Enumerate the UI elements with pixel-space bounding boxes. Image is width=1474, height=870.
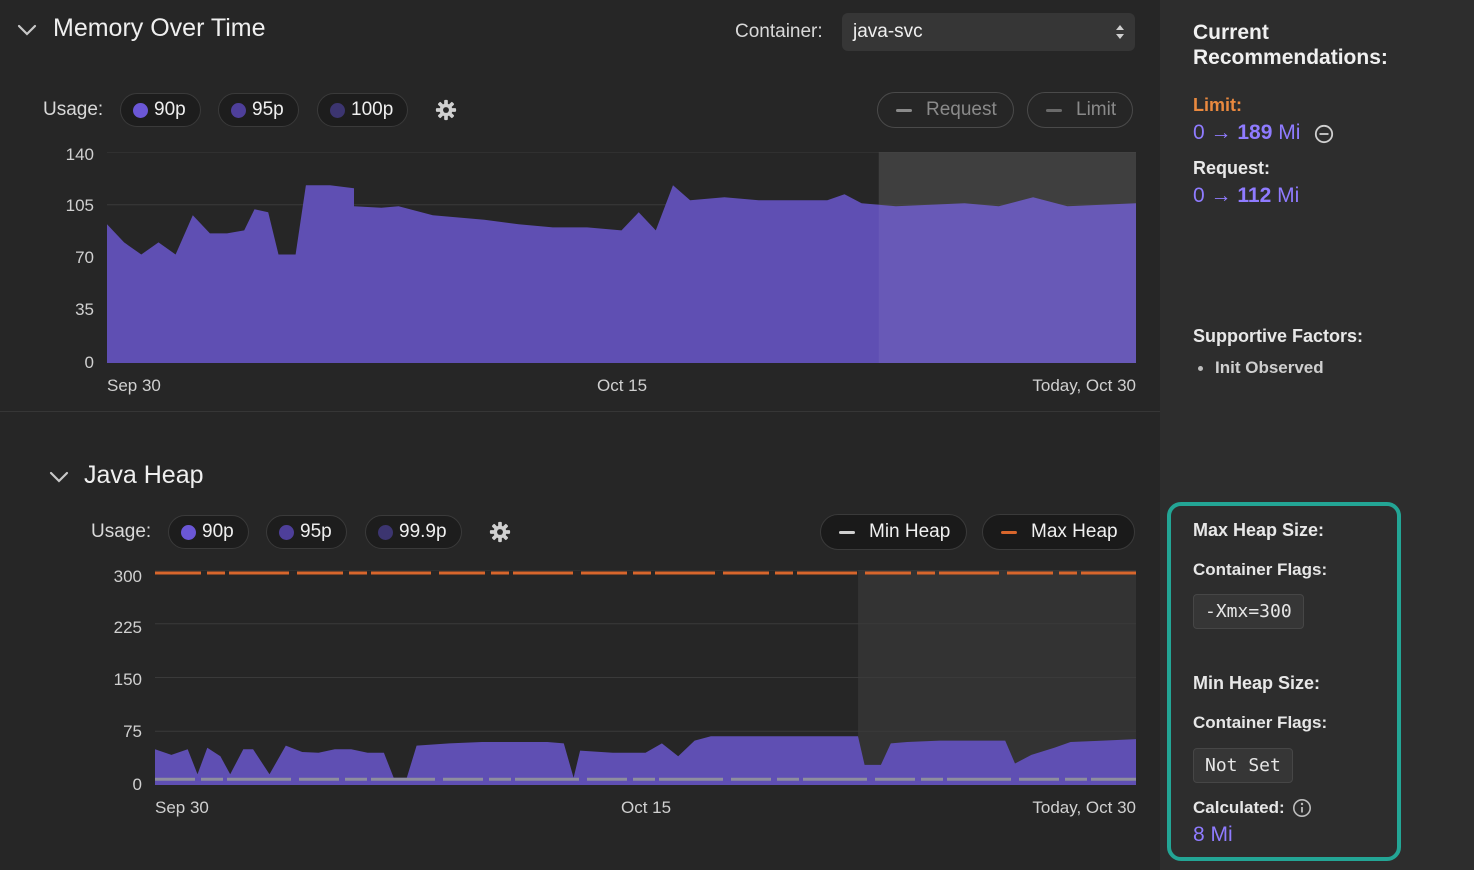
limit-from: 0 <box>1193 121 1205 144</box>
calculated-label: Calculated: <box>1193 798 1285 817</box>
gear-icon[interactable] <box>435 99 457 121</box>
heap-chart <box>155 570 1136 785</box>
chevron-down-icon[interactable] <box>48 466 70 488</box>
y-tick-label: 105 <box>65 196 94 215</box>
request-from: 0 <box>1193 184 1205 207</box>
min-heap-toggle-label: Min Heap <box>869 521 951 542</box>
container-select-value: java-svc <box>853 21 923 42</box>
series-color-dot <box>133 102 148 118</box>
series-color-dot <box>231 102 246 118</box>
series-color-dot <box>378 524 393 540</box>
pill-label: 90p <box>202 521 234 542</box>
min-flags-code: Not Set <box>1193 748 1293 783</box>
y-tick-label: 0 <box>84 353 94 372</box>
request-toggle-label: Request <box>926 99 997 120</box>
min-heap-toggle[interactable]: Min Heap <box>820 514 968 550</box>
pill-label: 100p <box>351 99 394 120</box>
limit-toggle-label: Limit <box>1076 99 1117 120</box>
gear-icon[interactable] <box>489 521 511 543</box>
y-tick-label: 225 <box>113 618 142 637</box>
request-to: 112 <box>1237 184 1272 207</box>
memory-chart <box>107 152 1136 363</box>
bullet-icon <box>1198 366 1203 371</box>
request-rec-value: 0 → 112 Mi <box>1193 184 1299 208</box>
info-icon[interactable] <box>1292 798 1312 818</box>
request-rec-label: Request: <box>1193 158 1271 178</box>
chevron-down-icon[interactable] <box>16 19 38 41</box>
min-container-flags-label: Container Flags: <box>1193 713 1328 732</box>
pill-label: 95p <box>300 521 332 542</box>
max-heap-toggle[interactable]: Max Heap <box>982 514 1135 550</box>
x-tick-label: Sep 30 <box>107 376 161 395</box>
series-color-dot <box>279 524 294 540</box>
y-tick-label: 75 <box>123 722 142 741</box>
limit-rec-value: 0 → 189 Mi <box>1193 121 1300 145</box>
y-tick-label: 0 <box>132 775 142 794</box>
heap-pill-95p[interactable]: 95p <box>266 515 347 549</box>
section-divider <box>0 411 1160 412</box>
recommendations-title-line2: Recommendations: <box>1193 46 1388 69</box>
y-tick-label: 35 <box>75 300 94 319</box>
heap-usage-label: Usage: <box>91 521 152 542</box>
heap-section-title: Java Heap <box>84 461 204 489</box>
container-label: Container: <box>735 21 823 42</box>
arrow-right-icon: → <box>1210 121 1232 144</box>
recommendations-title-line1: Current <box>1193 21 1269 44</box>
series-color-dot <box>181 524 196 540</box>
pill-label: 95p <box>252 99 284 120</box>
minus-circle-icon[interactable] <box>1314 124 1334 144</box>
y-tick-label: 70 <box>75 248 94 267</box>
memory-pill-95p[interactable]: 95p <box>218 93 299 127</box>
memory-usage-label: Usage: <box>43 99 104 120</box>
arrow-right-icon: → <box>1210 184 1232 207</box>
sort-arrows-icon <box>1116 25 1124 39</box>
limit-rec-label: Limit: <box>1193 95 1242 115</box>
recent-period-tint <box>878 152 1136 363</box>
x-tick-label: Sep 30 <box>155 798 209 817</box>
heap-pill-99-9p[interactable]: 99.9p <box>365 515 462 549</box>
supportive-factor-item: Init Observed <box>1215 358 1324 377</box>
limit-line-icon <box>1046 108 1062 112</box>
max-flags-code: -Xmx=300 <box>1193 594 1304 629</box>
y-tick-label: 300 <box>113 567 142 586</box>
heap-pill-90p[interactable]: 90p <box>168 515 249 549</box>
request-line-icon <box>896 108 912 112</box>
max-container-flags-label: Container Flags: <box>1193 560 1328 579</box>
max-heap-toggle-label: Max Heap <box>1031 521 1118 542</box>
x-tick-label: Oct 15 <box>621 798 672 817</box>
limit-unit: Mi <box>1278 121 1301 144</box>
x-tick-label: Oct 15 <box>597 376 648 395</box>
limit-toggle[interactable]: Limit <box>1027 92 1134 128</box>
min-heap-line-icon <box>839 530 855 534</box>
y-tick-label: 140 <box>65 145 94 164</box>
supportive-factors-label: Supportive Factors: <box>1193 326 1364 346</box>
memory-pill-100p[interactable]: 100p <box>317 93 409 127</box>
x-tick-label: Today, Oct 30 <box>1032 798 1136 817</box>
limit-to: 189 <box>1237 121 1273 144</box>
heap-90p-area <box>155 736 1136 785</box>
max-heap-line-icon <box>1001 530 1017 534</box>
y-tick-label: 150 <box>113 670 142 689</box>
min-heap-size-label: Min Heap Size: <box>1193 673 1321 693</box>
memory-section-title: Memory Over Time <box>53 14 266 42</box>
pill-label: 99.9p <box>399 521 447 542</box>
max-heap-size-label: Max Heap Size: <box>1193 520 1325 540</box>
memory-pill-90p[interactable]: 90p <box>120 93 201 127</box>
request-toggle[interactable]: Request <box>877 92 1014 128</box>
x-tick-label: Today, Oct 30 <box>1032 376 1136 395</box>
container-select[interactable]: java-svc <box>842 13 1135 51</box>
calculated-value: 8 Mi <box>1193 823 1233 846</box>
request-unit: Mi <box>1277 184 1300 207</box>
pill-label: 90p <box>154 99 186 120</box>
series-color-dot <box>330 102 345 118</box>
